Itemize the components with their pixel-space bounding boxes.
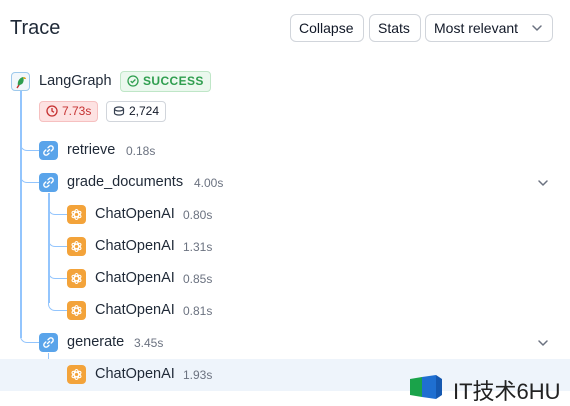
run-name: ChatOpenAI <box>95 206 175 222</box>
run-name: retrieve <box>67 142 116 158</box>
openai-icon <box>67 237 86 256</box>
coins-icon <box>113 106 125 116</box>
run-row-grade-documents[interactable]: grade_documents 4.00s <box>0 167 570 199</box>
tokens-value: 2,724 <box>129 104 160 118</box>
check-circle-icon <box>127 75 139 87</box>
page-title: Trace <box>10 17 61 39</box>
clock-icon <box>46 105 58 117</box>
chevron-down-icon[interactable] <box>536 336 550 350</box>
run-duration: 0.85s <box>183 272 213 286</box>
chevron-down-icon[interactable] <box>536 176 550 190</box>
openai-icon <box>67 301 86 320</box>
tokens-badge: 2,724 <box>106 101 167 122</box>
run-duration: 3.45s <box>134 336 164 350</box>
stats-button[interactable]: Stats <box>369 14 421 42</box>
collapse-button[interactable]: Collapse <box>290 14 364 42</box>
latency-badge: 7.73s <box>39 101 99 122</box>
run-name: ChatOpenAI <box>95 366 175 382</box>
run-duration: 0.81s <box>183 304 213 318</box>
watermark: IT技术6HU <box>405 371 570 404</box>
trace-header: Trace Collapse Stats Most relevant <box>0 0 570 58</box>
run-duration: 4.00s <box>194 176 224 190</box>
run-duration: 1.93s <box>183 368 213 382</box>
sort-dropdown[interactable]: Most relevant <box>425 14 553 42</box>
run-duration: 1.31s <box>183 240 213 254</box>
run-row-generate[interactable]: generate 3.45s <box>0 327 570 359</box>
run-row-retrieve[interactable]: retrieve 0.18s <box>0 135 570 167</box>
run-name: ChatOpenAI <box>95 302 175 318</box>
run-name: generate <box>67 334 125 350</box>
run-row-chatopenai[interactable]: ChatOpenAI 0.80s <box>0 199 570 231</box>
run-row-chatopenai[interactable]: ChatOpenAI 0.85s <box>0 263 570 295</box>
chevron-down-icon <box>532 25 542 31</box>
openai-icon <box>67 365 86 384</box>
openai-icon <box>67 269 86 288</box>
watermark-text: IT技术6HU <box>453 379 561 404</box>
run-name: LangGraph <box>39 73 112 89</box>
run-name: grade_documents <box>67 174 184 190</box>
run-row-chatopenai[interactable]: ChatOpenAI 0.81s <box>0 295 570 327</box>
status-badge: SUCCESS <box>120 71 211 92</box>
run-name: ChatOpenAI <box>95 270 175 286</box>
run-row-chatopenai[interactable]: ChatOpenAI 1.31s <box>0 231 570 263</box>
status-text: SUCCESS <box>143 74 204 88</box>
run-duration: 0.80s <box>183 208 213 222</box>
parrot-icon <box>11 72 30 91</box>
openai-icon <box>67 205 86 224</box>
latency-value: 7.73s <box>62 104 92 118</box>
link-icon <box>39 173 58 192</box>
link-icon <box>39 333 58 352</box>
sort-dropdown-label: Most relevant <box>434 20 519 36</box>
watermark-logo-icon <box>410 375 442 399</box>
run-duration: 0.18s <box>126 144 156 158</box>
run-name: ChatOpenAI <box>95 238 175 254</box>
link-icon <box>39 141 58 160</box>
run-row-root[interactable]: LangGraph <box>0 66 570 98</box>
